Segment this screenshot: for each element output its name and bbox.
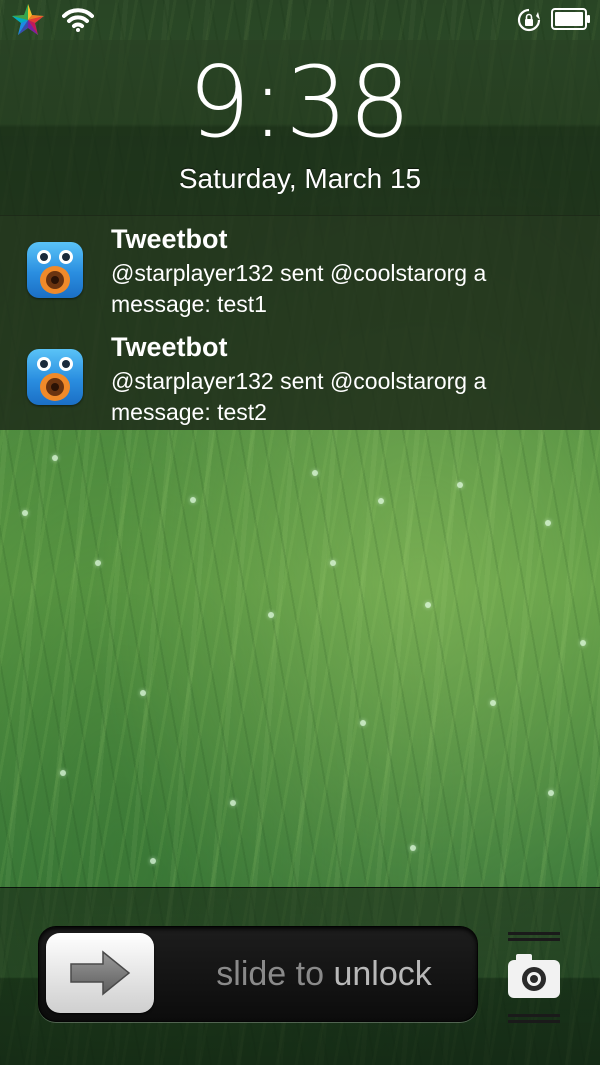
- arrow-right-icon: [70, 950, 131, 996]
- notification-message-line-1: @starplayer132 sent @coolstarorg a: [111, 260, 487, 286]
- unlock-slider-track[interactable]: slide to unlock: [38, 926, 478, 1022]
- slide-to-unlock-label: slide to unlock: [189, 951, 459, 997]
- rotation-lock-icon: [517, 8, 541, 32]
- tweetbot-icon: [27, 349, 83, 405]
- notification-app-name: Tweetbot: [111, 224, 228, 254]
- clock-date: Saturday, March 15: [178, 163, 422, 194]
- tweetbot-icon: [27, 242, 83, 298]
- notification-message-line-2: message: test2: [111, 399, 267, 425]
- wifi-icon: [62, 8, 94, 32]
- clock-time: 9:38: [187, 46, 413, 160]
- camera-icon[interactable]: [506, 930, 562, 1026]
- status-bar: [0, 0, 600, 40]
- unlock-panel: slide to unlock: [0, 887, 600, 1065]
- notification-list: Tweetbot @starplayer132 sent @coolstaror…: [0, 215, 600, 430]
- slide-to-label: slide to: [216, 955, 334, 993]
- battery-icon: [551, 8, 590, 30]
- notification-item[interactable]: Tweetbot @starplayer132 sent @coolstaror…: [0, 215, 600, 323]
- clock-panel: 9:38 Saturday, March 15: [0, 40, 600, 216]
- notification-message-line-1: @starplayer132 sent @coolstarorg a: [111, 368, 487, 394]
- cydia-star-icon: [12, 4, 44, 35]
- notification-item[interactable]: Tweetbot @starplayer132 sent @coolstaror…: [0, 323, 600, 431]
- unlock-word-label: unlock: [333, 955, 432, 993]
- notification-message-line-2: message: test1: [111, 291, 267, 317]
- unlock-slider-knob[interactable]: [46, 933, 154, 1013]
- notification-app-name: Tweetbot: [111, 332, 228, 362]
